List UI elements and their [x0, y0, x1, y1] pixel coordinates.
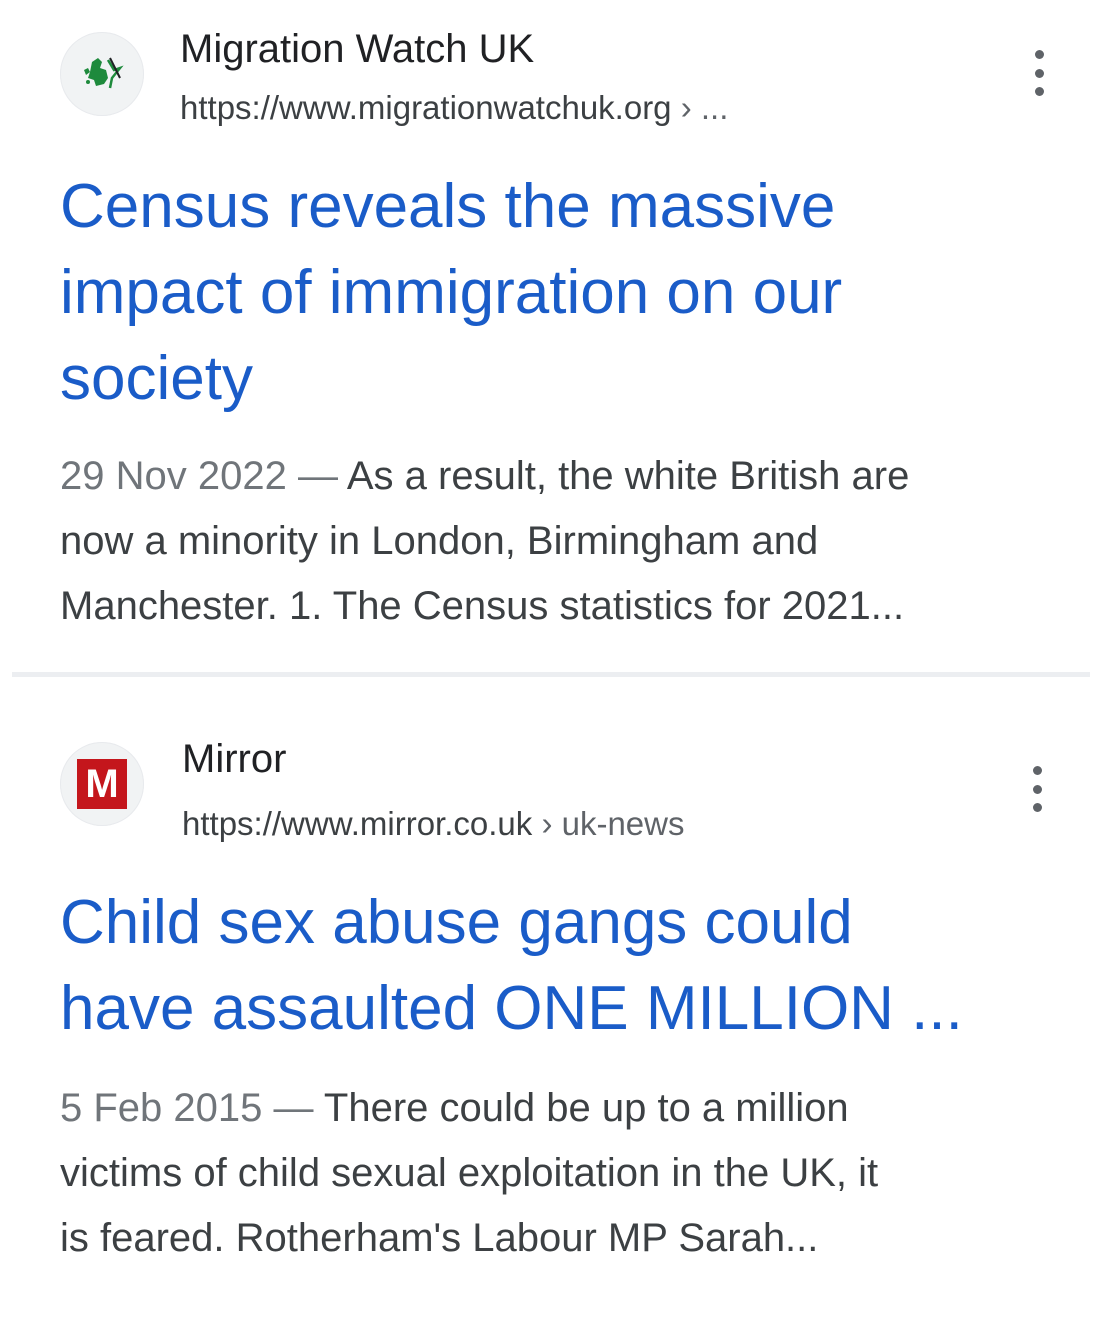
- title-line: Child sex abuse gangs could: [60, 888, 853, 957]
- result-snippet: 5 Feb 2015 — There could be up to a mill…: [60, 1076, 1060, 1271]
- snippet-line: 29 Nov 2022 — As a result, the white Bri…: [60, 444, 1060, 509]
- mirror-logo-letter: M: [85, 762, 119, 806]
- more-vert-icon-dot: [1034, 68, 1044, 78]
- result-divider: [12, 672, 1090, 677]
- url-text: https://www.migrationwatchuk.org: [180, 89, 672, 126]
- more-vert-icon-dot: [1032, 784, 1042, 794]
- site-name: Migration Watch UK: [180, 27, 535, 71]
- url-breadcrumb: › ...: [680, 89, 729, 126]
- snippet-text: As a result, the white British are: [346, 454, 910, 498]
- result-snippet: 29 Nov 2022 — As a result, the white Bri…: [60, 444, 1060, 639]
- more-options-button[interactable]: [1022, 766, 1052, 812]
- snippet-line: 5 Feb 2015 — There could be up to a mill…: [60, 1076, 1060, 1141]
- search-result: M Mirror https://www.mirror.co.uk › uk-n…: [0, 680, 1102, 1333]
- result-date: 29 Nov 2022: [60, 454, 287, 498]
- site-url: https://www.mirror.co.uk › uk-news: [182, 804, 684, 844]
- title-line: Census reveals the massive: [60, 172, 836, 241]
- result-source[interactable]: M Mirror https://www.mirror.co.uk › uk-n…: [60, 736, 1060, 842]
- date-separator: —: [273, 1086, 314, 1130]
- date-separator: —: [297, 454, 338, 498]
- more-vert-icon: [1034, 50, 1044, 59]
- url-breadcrumb: › uk-news: [541, 805, 685, 842]
- more-vert-icon: [1032, 766, 1042, 775]
- snippet-line: victims of child sexual exploitation in …: [60, 1151, 879, 1195]
- site-name: Mirror: [182, 737, 287, 781]
- result-date: 5 Feb 2015: [60, 1086, 263, 1130]
- result-title-link[interactable]: Census reveals the massive impact of imm…: [60, 164, 1060, 422]
- title-line: society: [60, 344, 253, 413]
- more-vert-icon-dot: [1034, 87, 1044, 96]
- result-source[interactable]: Migration Watch UK https://www.migration…: [60, 26, 1060, 126]
- snippet-line: now a minority in London, Birmingham and: [60, 519, 819, 563]
- result-title-link[interactable]: Child sex abuse gangs could have assault…: [60, 880, 1060, 1052]
- more-vert-icon-dot: [1032, 803, 1042, 812]
- url-text: https://www.mirror.co.uk: [182, 805, 533, 842]
- search-result: Migration Watch UK https://www.migration…: [0, 0, 1102, 668]
- snippet-text: There could be up to a million: [323, 1086, 849, 1130]
- snippet-line: is feared. Rotherham's Labour MP Sarah..…: [60, 1216, 819, 1260]
- title-line: impact of immigration on our: [60, 258, 843, 327]
- more-options-button[interactable]: [1024, 50, 1054, 96]
- snippet-line: Manchester. 1. The Census statistics for…: [60, 584, 905, 628]
- site-url: https://www.migrationwatchuk.org › ...: [180, 88, 728, 128]
- mirror-logo-icon: M: [60, 742, 144, 826]
- migration-watch-logo-icon: [60, 32, 144, 116]
- title-line: have assaulted ONE MILLION ...: [60, 974, 963, 1043]
